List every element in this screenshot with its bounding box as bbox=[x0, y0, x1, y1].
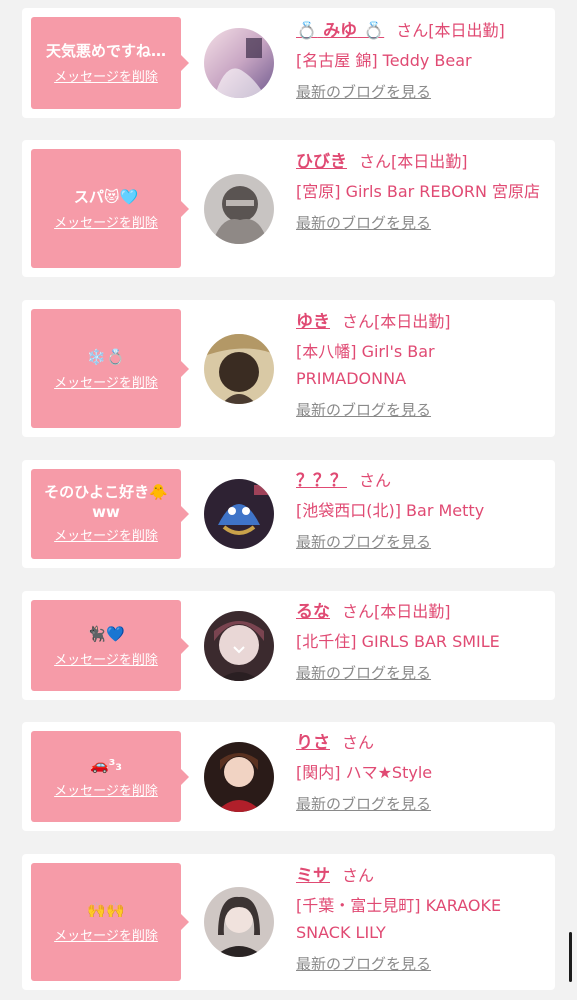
message-text: ❄️💍 bbox=[87, 347, 125, 366]
message-text: スパ😻🩵 bbox=[73, 187, 139, 206]
favorite-card: ❄️💍 メッセージを削除 ゆき さん[本日出勤] [本八幡] Girl's Bar… bbox=[22, 300, 555, 437]
cast-name-link[interactable]: ？？？ bbox=[296, 471, 347, 491]
status-badge: [本日出勤] bbox=[374, 312, 451, 331]
shop-name: [関内] ハマ★Style bbox=[296, 763, 433, 782]
honorific: さん bbox=[359, 152, 392, 171]
avatar[interactable] bbox=[204, 28, 274, 98]
cast-info: るな さん[本日出勤] [北千住] GIRLS BAR SMILE 最新のブログを… bbox=[296, 599, 548, 683]
message-bubble: 🙌🙌 メッセージを削除 bbox=[31, 863, 189, 981]
latest-blog-link[interactable]: 最新のブログを見る bbox=[296, 213, 548, 233]
cast-info: りさ さん [関内] ハマ★Style 最新のブログを見る bbox=[296, 730, 548, 814]
delete-message-link[interactable]: メッセージを削除 bbox=[54, 528, 158, 546]
cast-info: ゆき さん[本日出勤] [本八幡] Girl's Bar PRIMADONNA 最… bbox=[296, 309, 548, 420]
message-text: 🙌🙌 bbox=[87, 901, 125, 919]
avatar[interactable] bbox=[204, 887, 274, 957]
status-badge: [本日出勤] bbox=[391, 152, 468, 171]
favorite-card: 🚗³₃ メッセージを削除 りさ さん [関内] ハマ★Style 最新のブログを見… bbox=[22, 722, 555, 831]
message-bubble: そのひよこ好き🐥ww メッセージを削除 bbox=[31, 469, 189, 559]
shop-name: [千葉・富士見町] KARAOKE SNACK LILY bbox=[296, 896, 502, 942]
avatar[interactable] bbox=[204, 742, 274, 812]
cast-info: 💍 みゆ 💍 さん[本日出勤] [名古屋 錦] Teddy Bear 最新のブログ… bbox=[296, 18, 548, 102]
ring-icon: 💍 bbox=[363, 21, 385, 41]
shop-name: [名古屋 錦] Teddy Bear bbox=[296, 51, 472, 70]
cast-name-link[interactable]: りさ bbox=[296, 733, 330, 753]
message-text: 🚗³₃ bbox=[90, 755, 122, 774]
honorific: さん bbox=[342, 866, 375, 885]
cast-info: ミサ さん [千葉・富士見町] KARAOKE SNACK LILY 最新のブログ… bbox=[296, 863, 548, 974]
message-text: 🐈‍⬛💙 bbox=[87, 624, 125, 643]
cast-info: ひびき さん[本日出勤] [宮原] Girls Bar REBORN 宮原店 最新… bbox=[296, 149, 548, 233]
honorific: さん bbox=[342, 733, 375, 752]
avatar[interactable] bbox=[204, 611, 274, 681]
delete-message-link[interactable]: メッセージを削除 bbox=[54, 69, 158, 87]
shop-name: [北千住] GIRLS BAR SMILE bbox=[296, 632, 500, 651]
status-badge: [本日出勤] bbox=[428, 21, 505, 40]
cast-name-link[interactable]: るな bbox=[296, 602, 330, 622]
delete-message-link[interactable]: メッセージを削除 bbox=[54, 783, 158, 801]
latest-blog-link[interactable]: 最新のブログを見る bbox=[296, 663, 548, 683]
delete-message-link[interactable]: メッセージを削除 bbox=[54, 652, 158, 670]
message-bubble: 🚗³₃ メッセージを削除 bbox=[31, 731, 189, 822]
cast-name-link[interactable]: ミサ bbox=[296, 866, 330, 886]
delete-message-link[interactable]: メッセージを削除 bbox=[54, 215, 158, 233]
latest-blog-link[interactable]: 最新のブログを見る bbox=[296, 82, 548, 102]
shop-name: [宮原] Girls Bar REBORN 宮原店 bbox=[296, 182, 540, 201]
message-bubble: ❄️💍 メッセージを削除 bbox=[31, 309, 189, 428]
latest-blog-link[interactable]: 最新のブログを見る bbox=[296, 954, 548, 974]
cast-info: ？？？ さん [池袋西口(北)] Bar Metty 最新のブログを見る bbox=[296, 468, 548, 552]
message-bubble: 🐈‍⬛💙 メッセージを削除 bbox=[31, 600, 189, 691]
cast-name-link[interactable]: ゆき bbox=[296, 312, 330, 332]
message-bubble: スパ😻🩵 メッセージを削除 bbox=[31, 149, 189, 268]
favorite-card: 🐈‍⬛💙 メッセージを削除 るな さん[本日出勤] [北千住] GIRLS BAR… bbox=[22, 591, 555, 700]
message-text: 天気悪めですね… bbox=[45, 42, 166, 60]
cast-name-link[interactable]: ひびき bbox=[296, 152, 347, 172]
favorite-card: スパ😻🩵 メッセージを削除 ひびき さん[本日出勤] [宮原] Girls Bar… bbox=[22, 140, 555, 277]
latest-blog-link[interactable]: 最新のブログを見る bbox=[296, 400, 548, 420]
honorific: さん bbox=[342, 312, 375, 331]
shop-name: [池袋西口(北)] Bar Metty bbox=[296, 501, 485, 520]
favorite-card: 🙌🙌 メッセージを削除 ミサ さん [千葉・富士見町] KARAOKE SNACK… bbox=[22, 854, 555, 990]
favorite-card: そのひよこ好き🐥ww メッセージを削除 ？？？ さん [池袋西口(北)] Bar … bbox=[22, 460, 555, 568]
delete-message-link[interactable]: メッセージを削除 bbox=[54, 375, 158, 393]
avatar[interactable] bbox=[204, 479, 274, 549]
cast-name-link[interactable]: 💍 みゆ 💍 bbox=[296, 21, 384, 41]
message-bubble: 天気悪めですね… メッセージを削除 bbox=[31, 17, 189, 109]
honorific: さん bbox=[396, 21, 429, 40]
avatar[interactable] bbox=[204, 334, 274, 404]
ring-icon: 💍 bbox=[296, 21, 318, 41]
honorific: さん bbox=[359, 471, 392, 490]
shop-name: [本八幡] Girl's Bar PRIMADONNA bbox=[296, 342, 435, 388]
favorite-card: 天気悪めですね… メッセージを削除 💍 みゆ 💍 さん[本日出勤] [名古屋 錦]… bbox=[22, 8, 555, 118]
avatar[interactable] bbox=[204, 174, 274, 244]
latest-blog-link[interactable]: 最新のブログを見る bbox=[296, 532, 548, 552]
scrollbar-thumb[interactable] bbox=[569, 932, 572, 982]
honorific: さん bbox=[342, 602, 375, 621]
status-badge: [本日出勤] bbox=[374, 602, 451, 621]
delete-message-link[interactable]: メッセージを削除 bbox=[54, 928, 158, 946]
latest-blog-link[interactable]: 最新のブログを見る bbox=[296, 794, 548, 814]
message-text: そのひよこ好き🐥ww bbox=[44, 483, 168, 521]
